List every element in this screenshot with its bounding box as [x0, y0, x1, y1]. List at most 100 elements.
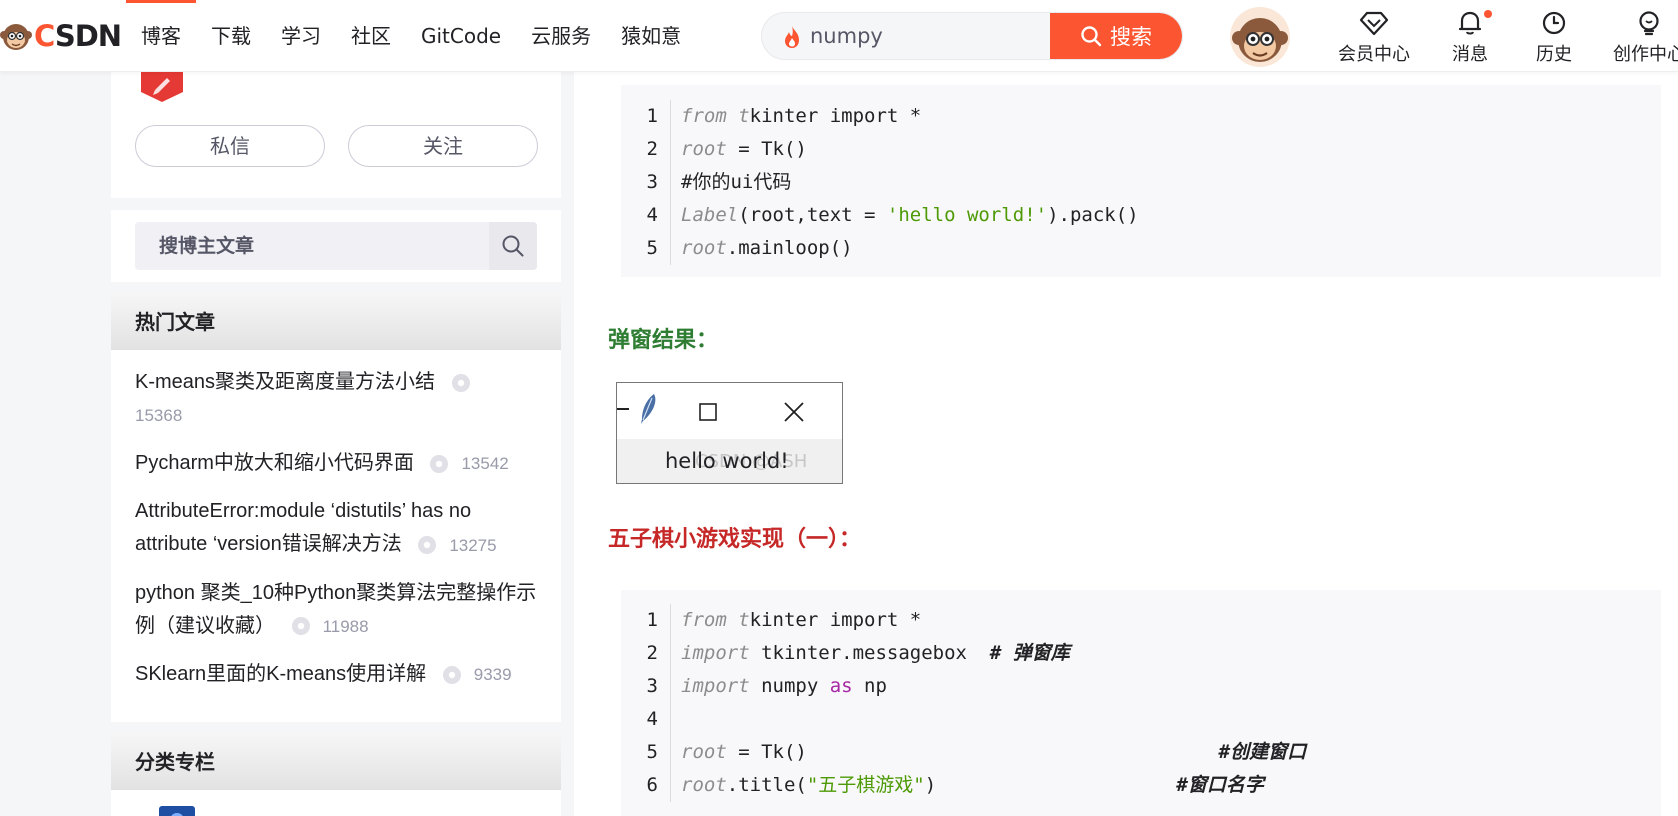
article-title: Pycharm中放大和缩小代码界面 — [135, 452, 414, 475]
view-count: 13542 — [429, 447, 509, 480]
line-number: 4 — [621, 199, 671, 232]
nav-item-blog[interactable]: 博客 — [126, 0, 196, 72]
article-title: K-means聚类及距离度量方法小结 — [135, 371, 436, 393]
view-count: 9339 — [442, 658, 512, 691]
logo-wordmark: CSDN — [34, 19, 122, 53]
nav-item-gitcode[interactable]: GitCode — [406, 0, 516, 72]
blog-search-card — [111, 210, 561, 282]
site-search: 搜索 — [761, 12, 1183, 60]
search-icon — [1081, 26, 1102, 47]
hot-articles-title: 热门文章 — [111, 294, 561, 350]
code-text: Label(root,text = 'hello world!').pack() — [681, 204, 1139, 226]
code-text: from tkinter import * — [681, 105, 922, 127]
unread-dot — [1484, 10, 1492, 18]
tk-window-screenshot: CSDN @ASH hello world! — [616, 382, 843, 484]
monkey-avatar-icon — [1232, 18, 1288, 62]
line-number: 2 — [621, 133, 671, 166]
maximize-icon — [699, 403, 717, 421]
nav-item-learn[interactable]: 学习 — [266, 0, 336, 72]
search-button[interactable]: 搜索 — [1050, 13, 1182, 59]
eye-icon — [451, 373, 470, 392]
eye-icon — [418, 536, 437, 555]
eye-icon — [430, 454, 449, 473]
popup-result-heading: 弹窗结果： — [608, 328, 719, 353]
hot-articles-list: K-means聚类及距离度量方法小结 15368 Pycharm中放大和缩小代码… — [111, 350, 561, 691]
blog-search-button[interactable] — [489, 222, 537, 270]
vip-center-button[interactable]: 会员中心 — [1336, 10, 1412, 66]
line-number: 5 — [621, 736, 671, 769]
creation-center-label: 创作中心 — [1613, 44, 1678, 65]
bulb-icon — [1639, 11, 1659, 36]
view-count: 11988 — [291, 610, 369, 643]
close-icon — [784, 402, 804, 422]
hot-article-item[interactable]: AttributeError:module ‘distutils’ has no… — [135, 495, 537, 561]
hot-article-item[interactable]: K-means聚类及距离度量方法小结 15368 — [135, 366, 537, 432]
tk-feather-icon — [641, 394, 656, 424]
code-line: 6 root.title("五子棋游戏") #窗口名字 — [621, 769, 1661, 802]
code-line: 2 root = Tk() — [621, 133, 1661, 166]
code-line: 4 — [621, 703, 1661, 736]
diamond-icon — [1359, 11, 1389, 36]
tk-window-titlebar — [617, 383, 842, 439]
article-title: SKlearn里面的K-means使用详解 — [135, 662, 427, 685]
code-text: import numpy as np — [681, 675, 887, 697]
code-text: root = Tk() #创建窗口 — [681, 741, 1307, 763]
follow-button[interactable]: 关注 — [348, 125, 538, 167]
hot-flame-icon — [785, 26, 799, 48]
column-card: 分类专栏 — [111, 734, 561, 816]
messages-button[interactable]: 消息 — [1432, 10, 1508, 66]
private-message-button[interactable]: 私信 — [135, 125, 325, 167]
code-text: root.title("五子棋游戏") #窗口名字 — [681, 774, 1264, 796]
view-count: 13275 — [417, 529, 497, 562]
code-block-1: 1 from tkinter import * 2 root = Tk() 3 … — [621, 85, 1661, 277]
bell-icon — [1458, 11, 1482, 35]
search-input[interactable] — [810, 13, 1060, 59]
code-line: 5 root = Tk() #创建窗口 — [621, 736, 1661, 769]
top-navbar: CSDN 博客 下载 学习 社区 GitCode 云服务 猿如意 搜索 — [0, 0, 1678, 72]
hot-article-item[interactable]: SKlearn里面的K-means使用详解 9339 — [135, 658, 537, 691]
column-thumb-icon — [159, 806, 195, 816]
blog-search — [135, 222, 537, 270]
minimize-icon — [617, 408, 629, 410]
line-number: 4 — [621, 703, 671, 736]
code-text: root.mainloop() — [681, 237, 853, 259]
vip-center-label: 会员中心 — [1338, 44, 1410, 65]
tk-hello-label: hello world! — [665, 449, 789, 473]
code-line: 1 from tkinter import * — [621, 604, 1661, 637]
code-text: from tkinter import * — [681, 609, 922, 631]
clock-icon — [1542, 11, 1566, 35]
nav-item-community[interactable]: 社区 — [336, 0, 406, 72]
code-line: 3 #你的ui代码 — [621, 166, 1661, 199]
nav-item-yuanruyi[interactable]: 猿如意 — [606, 0, 696, 72]
code-line: 4 Label(root,text = 'hello world!').pack… — [621, 199, 1661, 232]
tk-window-body: CSDN @ASH hello world! — [617, 439, 842, 483]
line-number: 5 — [621, 232, 671, 265]
hot-article-item[interactable]: Pycharm中放大和缩小代码界面 13542 — [135, 447, 537, 480]
view-count-value: 13275 — [449, 535, 497, 555]
history-button[interactable]: 历史 — [1516, 10, 1592, 66]
nav-item-cloud[interactable]: 云服务 — [516, 0, 606, 72]
line-number: 6 — [621, 769, 671, 802]
eye-icon — [291, 617, 310, 636]
code-line: 1 from tkinter import * — [621, 100, 1661, 133]
line-number: 3 — [621, 670, 671, 703]
search-button-label: 搜索 — [1110, 25, 1152, 49]
code-text: import tkinter.messagebox # 弹窗库 — [681, 642, 1070, 664]
creation-center-button[interactable]: 创作中心 — [1611, 10, 1678, 66]
gomoku-heading: 五子棋小游戏实现（一）： — [608, 527, 862, 552]
user-avatar[interactable] — [1230, 7, 1290, 67]
view-count-value: 13542 — [461, 454, 509, 474]
eye-icon — [442, 665, 461, 684]
article-content: 1 from tkinter import * 2 root = Tk() 3 … — [574, 72, 1678, 816]
csdn-logo[interactable]: CSDN — [0, 15, 122, 57]
code-text: root = Tk() — [681, 138, 807, 160]
history-label: 历史 — [1536, 44, 1572, 65]
hot-articles-card: 热门文章 K-means聚类及距离度量方法小结 15368 Pycharm中放大… — [111, 294, 561, 722]
blog-search-input[interactable] — [135, 222, 485, 270]
main-nav: 博客 下载 学习 社区 GitCode 云服务 猿如意 — [126, 0, 696, 72]
code-line: 5 root.mainloop() — [621, 232, 1661, 265]
nav-item-download[interactable]: 下载 — [196, 0, 266, 72]
view-count — [451, 373, 471, 393]
hot-article-item[interactable]: python 聚类_10种Python聚类算法完整操作示例（建议收藏） 1198… — [135, 577, 537, 643]
